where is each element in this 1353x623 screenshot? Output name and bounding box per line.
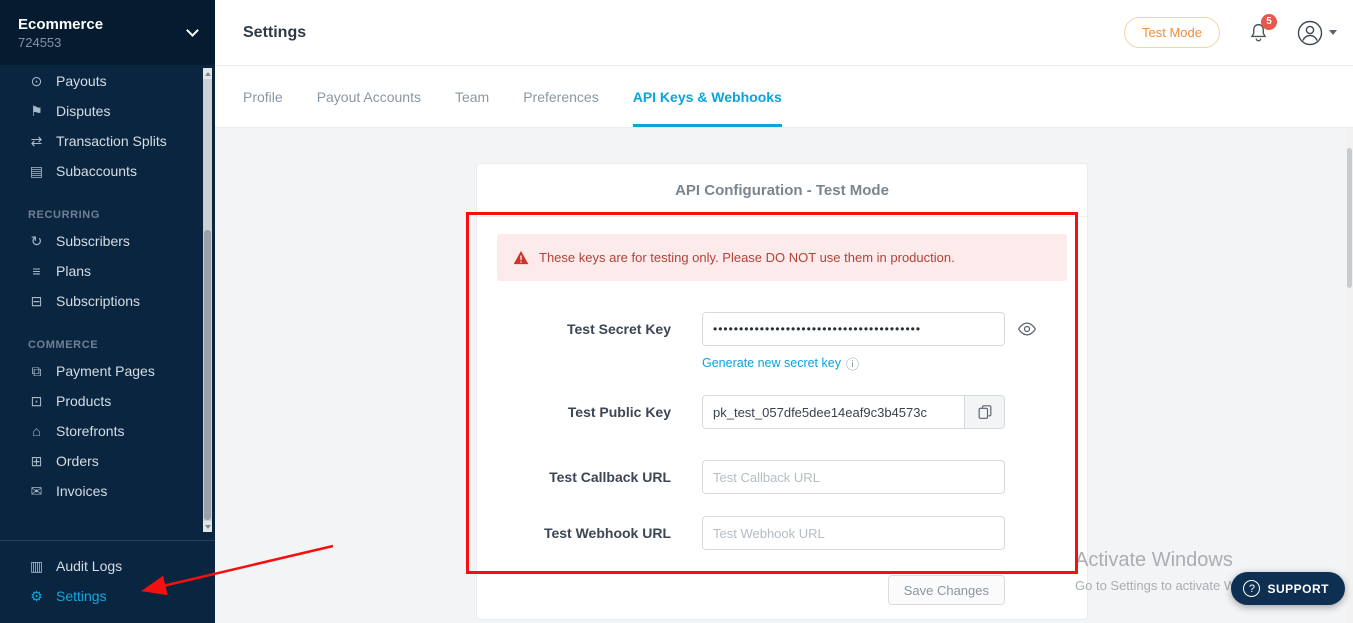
sidebar-item-settings[interactable]: ⚙ Settings <box>0 581 215 611</box>
payment-pages-icon: ⧉ <box>28 363 45 380</box>
sidebar-item-label: Invoices <box>56 483 107 499</box>
card-title: API Configuration - Test Mode <box>477 164 1087 217</box>
plans-icon: ≡ <box>28 263 45 279</box>
sidebar-item-subscribers[interactable]: ↻ Subscribers <box>0 226 201 256</box>
sidebar-item-label: Subscribers <box>56 233 130 249</box>
payouts-icon: ⊙ <box>28 73 45 90</box>
test-public-key-input[interactable] <box>702 395 965 429</box>
tab-preferences[interactable]: Preferences <box>523 66 598 127</box>
support-label: SUPPORT <box>1267 582 1329 596</box>
warning-alert: These keys are for testing only. Please … <box>497 234 1067 281</box>
page-title: Settings <box>243 24 306 42</box>
sidebar-item-subscriptions[interactable]: ⊟ Subscriptions <box>0 286 201 316</box>
sidebar-bottom: ▥ Audit Logs ⚙ Settings <box>0 540 215 623</box>
notifications-button[interactable]: 5 <box>1248 21 1269 44</box>
copy-icon <box>978 405 992 420</box>
test-secret-key-input[interactable] <box>702 312 1005 346</box>
storefronts-icon: ⌂ <box>28 423 45 439</box>
page-scrollbar[interactable] <box>1346 128 1353 623</box>
sidebar-item-label: Subaccounts <box>56 163 137 179</box>
sidebar-item-label: Products <box>56 393 111 409</box>
sidebar-scrollbar[interactable] <box>203 68 212 532</box>
sidebar-item-audit-logs[interactable]: ▥ Audit Logs <box>0 551 215 581</box>
user-menu[interactable] <box>1297 20 1337 46</box>
sidebar-item-products[interactable]: ⊡ Products <box>0 386 201 416</box>
avatar-icon <box>1297 20 1323 46</box>
test-webhook-url-input[interactable] <box>702 516 1005 550</box>
tab-team[interactable]: Team <box>455 66 489 127</box>
generate-secret-key-link[interactable]: Generate new secret key <box>702 356 841 370</box>
chevron-down-icon <box>186 24 199 37</box>
support-button[interactable]: ? SUPPORT <box>1231 572 1345 605</box>
sidebar-section-commerce: COMMERCE <box>0 334 201 356</box>
scroll-up-button[interactable] <box>203 68 212 79</box>
copy-public-key-button[interactable] <box>965 395 1005 429</box>
sidebar-item-invoices[interactable]: ✉ Invoices <box>0 476 201 506</box>
sidebar-item-disputes[interactable]: ⚑ Disputes <box>0 96 201 126</box>
webhook-url-row: Test Webhook URL <box>497 516 1067 550</box>
info-icon: ⓘ <box>846 354 859 373</box>
tab-bar: Profile Payout Accounts Team Preferences… <box>215 66 1353 128</box>
sidebar-item-label: Plans <box>56 263 91 279</box>
subaccounts-icon: ▤ <box>28 163 45 180</box>
orders-icon: ⊞ <box>28 453 45 470</box>
scrollbar-thumb[interactable] <box>204 230 211 520</box>
sidebar-item-label: Audit Logs <box>56 558 122 574</box>
subscribers-icon: ↻ <box>28 233 45 250</box>
secret-key-label: Test Secret Key <box>497 312 671 372</box>
eye-icon[interactable] <box>1017 322 1037 336</box>
sidebar-item-label: Subscriptions <box>56 293 140 309</box>
subscriptions-icon: ⊟ <box>28 293 45 310</box>
callback-url-row: Test Callback URL <box>497 460 1067 494</box>
invoices-icon: ✉ <box>28 483 45 500</box>
warning-triangle-icon <box>513 250 529 265</box>
save-changes-button[interactable]: Save Changes <box>888 575 1005 605</box>
sidebar-section-recurring: RECURRING <box>0 204 201 226</box>
business-id: 724553 <box>18 35 103 50</box>
tab-profile[interactable]: Profile <box>243 66 283 127</box>
public-key-row: Test Public Key <box>497 395 1067 429</box>
sidebar-item-label: Transaction Splits <box>56 133 167 149</box>
sidebar-item-label: Payouts <box>56 73 107 89</box>
sidebar-item-payment-pages[interactable]: ⧉ Payment Pages <box>0 356 201 386</box>
sidebar-item-payouts[interactable]: ⊙ Payouts <box>0 66 201 96</box>
products-icon: ⊡ <box>28 393 45 410</box>
business-name: Ecommerce <box>18 16 103 33</box>
watermark-line1: Activate Windows <box>1075 549 1277 572</box>
public-key-label: Test Public Key <box>497 395 671 429</box>
question-mark-icon: ? <box>1243 580 1260 597</box>
business-switcher[interactable]: Ecommerce 724553 <box>0 0 215 65</box>
sidebar: Ecommerce 724553 ⊙ Payouts ⚑ Disputes ⇄ … <box>0 0 215 623</box>
transaction-splits-icon: ⇄ <box>28 133 45 150</box>
tab-payout-accounts[interactable]: Payout Accounts <box>317 66 421 127</box>
sidebar-item-subaccounts[interactable]: ▤ Subaccounts <box>0 156 201 186</box>
callback-url-label: Test Callback URL <box>497 460 671 494</box>
settings-gear-icon: ⚙ <box>28 588 45 605</box>
sidebar-item-label: Storefronts <box>56 423 124 439</box>
secret-key-row: Test Secret Key Generate new secret key <box>497 312 1067 372</box>
sidebar-item-plans[interactable]: ≡ Plans <box>0 256 201 286</box>
scroll-down-button[interactable] <box>203 521 212 532</box>
audit-logs-icon: ▥ <box>28 558 45 575</box>
test-callback-url-input[interactable] <box>702 460 1005 494</box>
webhook-url-label: Test Webhook URL <box>497 516 671 550</box>
sidebar-item-label: Disputes <box>56 103 110 119</box>
sidebar-item-label: Orders <box>56 453 99 469</box>
page-scrollbar-thumb[interactable] <box>1347 148 1352 288</box>
sidebar-menu: ⊙ Payouts ⚑ Disputes ⇄ Transaction Split… <box>0 66 201 506</box>
sidebar-item-storefronts[interactable]: ⌂ Storefronts <box>0 416 201 446</box>
disputes-icon: ⚑ <box>28 103 45 120</box>
sidebar-item-label: Settings <box>56 588 107 604</box>
warning-alert-text: These keys are for testing only. Please … <box>539 250 955 265</box>
sidebar-item-label: Payment Pages <box>56 363 155 379</box>
api-config-card: API Configuration - Test Mode These keys… <box>476 163 1088 620</box>
test-mode-badge[interactable]: Test Mode <box>1124 17 1220 48</box>
tab-api-keys-webhooks[interactable]: API Keys & Webhooks <box>633 66 782 127</box>
topbar: Settings Test Mode 5 <box>215 0 1353 66</box>
chevron-down-icon <box>1329 30 1337 35</box>
notification-badge: 5 <box>1261 14 1277 30</box>
sidebar-item-orders[interactable]: ⊞ Orders <box>0 446 201 476</box>
sidebar-item-transaction-splits[interactable]: ⇄ Transaction Splits <box>0 126 201 156</box>
